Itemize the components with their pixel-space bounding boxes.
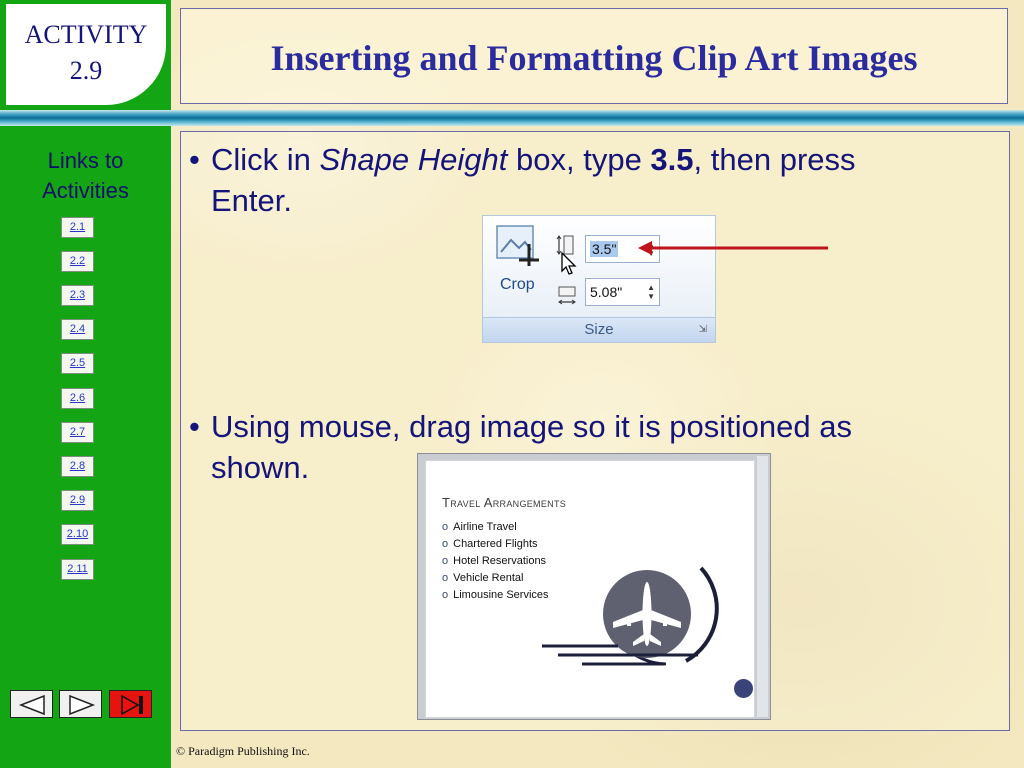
activity-label: ACTIVITY: [24, 20, 148, 49]
links-heading: Links to Activities: [0, 146, 171, 206]
link-activity-2-9[interactable]: 2.9: [61, 490, 94, 511]
copyright-footer: © Paradigm Publishing Inc.: [176, 744, 310, 758]
slide-title: Travel Arrangements: [442, 495, 567, 510]
link-activity-2-4[interactable]: 2.4: [61, 319, 94, 340]
bullet-1-italic: Shape Height: [319, 142, 508, 177]
bullet-1-post: , then press: [693, 142, 856, 177]
end-button[interactable]: [109, 690, 152, 718]
bullet-1-bold: 3.5: [650, 142, 694, 177]
slide-list-item: o Hotel Reservations: [442, 555, 547, 567]
bullet-2-line1: Using mouse, drag image so it is positio…: [211, 409, 852, 444]
dialog-launcher-icon[interactable]: ⇲: [699, 324, 707, 335]
shape-width-field[interactable]: 5.08" ▲ ▼: [585, 278, 660, 306]
crop-label: Crop: [500, 276, 535, 293]
page-title: Inserting and Formatting Clip Art Images: [270, 38, 918, 78]
link-activity-2-5[interactable]: 2.5: [61, 353, 94, 374]
slide-scrollbar[interactable]: [757, 456, 768, 717]
bullet-2-line2: shown.: [211, 450, 310, 485]
link-activity-2-3[interactable]: 2.3: [61, 285, 94, 306]
bullet-1-mid: box, type: [507, 142, 651, 177]
shape-width-icon: [558, 286, 576, 305]
shape-height-value: 3.5": [590, 241, 619, 257]
slide-preview-frame: Travel Arrangements o Airline Travel o Cha…: [417, 453, 771, 720]
mouse-cursor-icon: [561, 252, 577, 275]
link-activity-2-11[interactable]: 2.11: [61, 559, 94, 580]
link-activity-2-6[interactable]: 2.6: [61, 388, 94, 409]
slide-list-item: o Limousine Services: [442, 589, 549, 601]
title-box: Inserting and Formatting Clip Art Images: [180, 8, 1008, 104]
link-activity-2-7[interactable]: 2.7: [61, 422, 94, 443]
links-heading-line1: Links to: [47, 148, 124, 173]
airplane-icon[interactable]: [536, 551, 736, 681]
link-activity-2-1[interactable]: 2.1: [61, 217, 94, 238]
slide-list-item: o Chartered Flights: [442, 538, 538, 550]
activity-number: 2.9: [69, 56, 103, 85]
activity-badge: ACTIVITY 2.9: [6, 4, 166, 105]
shape-width-value: 5.08": [590, 284, 623, 300]
slide-list-item: o Vehicle Rental: [442, 572, 524, 584]
link-activity-2-8[interactable]: 2.8: [61, 456, 94, 477]
width-spinner[interactable]: ▲ ▼: [647, 283, 655, 301]
previous-button[interactable]: [10, 690, 53, 718]
link-activity-2-2[interactable]: 2.2: [61, 251, 94, 272]
bullet-dot: •: [189, 142, 200, 177]
crop-icon: [496, 225, 539, 266]
end-icon: [121, 694, 143, 716]
size-group-label: Size: [584, 321, 614, 338]
slide-preview: Travel Arrangements o Airline Travel o Cha…: [425, 460, 755, 718]
previous-arrow-icon: [18, 694, 45, 716]
pointer-arrow: [638, 241, 828, 255]
bullet-dot: •: [189, 409, 200, 444]
slide-list-item: o Airline Travel: [442, 521, 517, 533]
links-heading-line2: Activities: [42, 178, 129, 203]
bullet-1-pre: Click in: [211, 142, 320, 177]
bullet-1-line2: Enter.: [211, 183, 292, 218]
next-arrow-icon: [69, 694, 96, 716]
next-button[interactable]: [59, 690, 102, 718]
ribbon-group-footer: Size ⇲: [483, 317, 715, 342]
slide-marker-dot: [734, 679, 753, 698]
header-divider-band: [0, 110, 1024, 126]
ribbon-size-group: Crop 3.5" ▲▼ 5.08" ▲▼ Size ⇲: [482, 215, 716, 343]
link-activity-2-10[interactable]: 2.10: [61, 524, 94, 545]
